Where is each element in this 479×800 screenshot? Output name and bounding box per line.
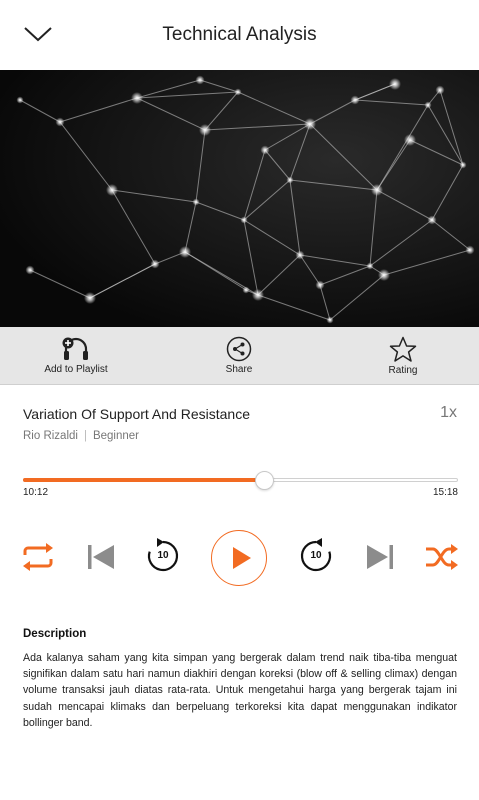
share-label: Share xyxy=(225,364,253,375)
level-label: Beginner xyxy=(92,430,140,442)
network-node xyxy=(366,262,374,270)
progress-thumb[interactable] xyxy=(255,471,275,490)
network-node xyxy=(260,145,270,155)
network-node xyxy=(131,92,143,104)
header-bar: Technical Analysis xyxy=(0,0,479,70)
rewind-button[interactable]: 10 xyxy=(145,538,181,574)
network-node xyxy=(326,316,334,324)
network-node xyxy=(465,245,475,255)
playback-speed-button[interactable]: 1x xyxy=(440,404,457,422)
add-to-playlist-label: Add to Playlist xyxy=(44,364,108,375)
network-node xyxy=(435,85,445,95)
network-node xyxy=(150,259,160,269)
meta-separator: | xyxy=(83,430,87,442)
rewind-seconds: 10 xyxy=(157,550,169,561)
network-node xyxy=(242,286,250,294)
network-node xyxy=(240,216,248,224)
elapsed-time: 10:12 xyxy=(23,487,49,498)
total-duration: 15:18 xyxy=(432,487,458,498)
network-node xyxy=(16,96,24,104)
forward-button[interactable]: 10 xyxy=(298,538,334,574)
shuffle-icon[interactable] xyxy=(425,543,459,571)
network-node xyxy=(84,292,96,304)
network-node xyxy=(378,269,390,281)
share-button[interactable]: Share xyxy=(184,327,294,384)
track-title: Variation Of Support And Resistance xyxy=(23,406,250,422)
rating-label: Rating xyxy=(388,365,418,376)
network-node xyxy=(192,198,200,206)
skip-previous-icon[interactable] xyxy=(87,543,115,571)
description-text: Ada kalanya saham yang kita simpan yang … xyxy=(23,652,457,729)
cover-image xyxy=(0,70,479,327)
skip-next-icon[interactable] xyxy=(366,543,394,571)
headphones-add-icon xyxy=(62,337,88,360)
rating-button[interactable]: Rating xyxy=(348,327,458,384)
network-node xyxy=(252,289,264,301)
star-icon xyxy=(389,336,417,362)
network-node xyxy=(179,246,191,258)
add-to-playlist-button[interactable]: Add to Playlist xyxy=(21,327,131,384)
network-node xyxy=(25,265,35,275)
track-meta: Rio Rizaldi | Beginner xyxy=(23,430,139,442)
network-node xyxy=(350,95,360,105)
network-node xyxy=(427,215,437,225)
network-node xyxy=(106,184,118,196)
progress-fill xyxy=(23,478,265,482)
network-node xyxy=(404,134,416,146)
forward-seconds: 10 xyxy=(310,550,322,561)
play-icon xyxy=(232,546,251,569)
network-node xyxy=(424,101,432,109)
share-icon xyxy=(226,336,252,362)
network-node xyxy=(315,280,325,290)
network-node xyxy=(234,88,242,96)
network-node xyxy=(389,78,401,90)
description-heading: Description xyxy=(23,628,87,640)
network-node xyxy=(195,75,205,85)
network-node xyxy=(286,176,294,184)
page-title: Technical Analysis xyxy=(162,24,317,45)
network-node xyxy=(371,184,383,196)
repeat-icon[interactable] xyxy=(21,543,55,571)
network-node xyxy=(459,161,467,169)
network-graphic xyxy=(0,70,479,327)
network-node xyxy=(55,117,65,127)
network-node xyxy=(199,124,211,136)
network-node xyxy=(304,118,316,130)
author-name: Rio Rizaldi xyxy=(23,430,78,442)
play-button[interactable] xyxy=(211,530,267,586)
action-bar: Add to Playlist Share Rating xyxy=(0,327,479,385)
network-node xyxy=(295,250,305,260)
